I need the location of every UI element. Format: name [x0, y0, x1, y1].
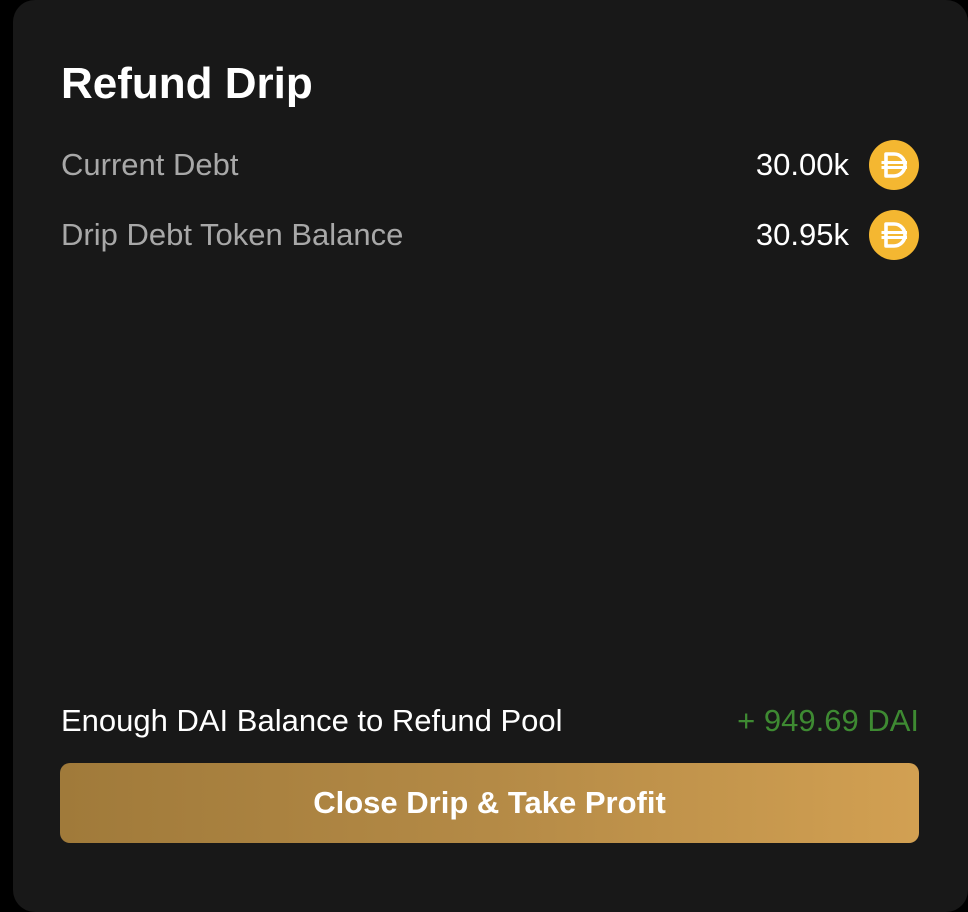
current-debt-row: Current Debt 30.00k	[61, 139, 919, 191]
refund-summary-row: Enough DAI Balance to Refund Pool + 949.…	[61, 698, 919, 744]
drip-debt-token-balance-row: Drip Debt Token Balance 30.95k	[61, 209, 919, 261]
drip-debt-token-balance-value: 30.95k	[755, 217, 849, 252]
panel-title: Refund Drip	[61, 59, 313, 108]
refund-summary-value: + 949.69 DAI	[737, 703, 919, 738]
close-drip-take-profit-button[interactable]: Close Drip & Take Profit	[60, 763, 919, 843]
dai-icon	[869, 140, 919, 190]
current-debt-label: Current Debt	[61, 147, 239, 182]
drip-debt-token-balance-label: Drip Debt Token Balance	[61, 217, 404, 252]
dai-icon	[869, 210, 919, 260]
refund-drip-panel: Refund Drip Current Debt 30.00k Drip Deb…	[13, 0, 968, 912]
refund-summary-label: Enough DAI Balance to Refund Pool	[61, 703, 563, 738]
current-debt-value: 30.00k	[755, 147, 849, 182]
